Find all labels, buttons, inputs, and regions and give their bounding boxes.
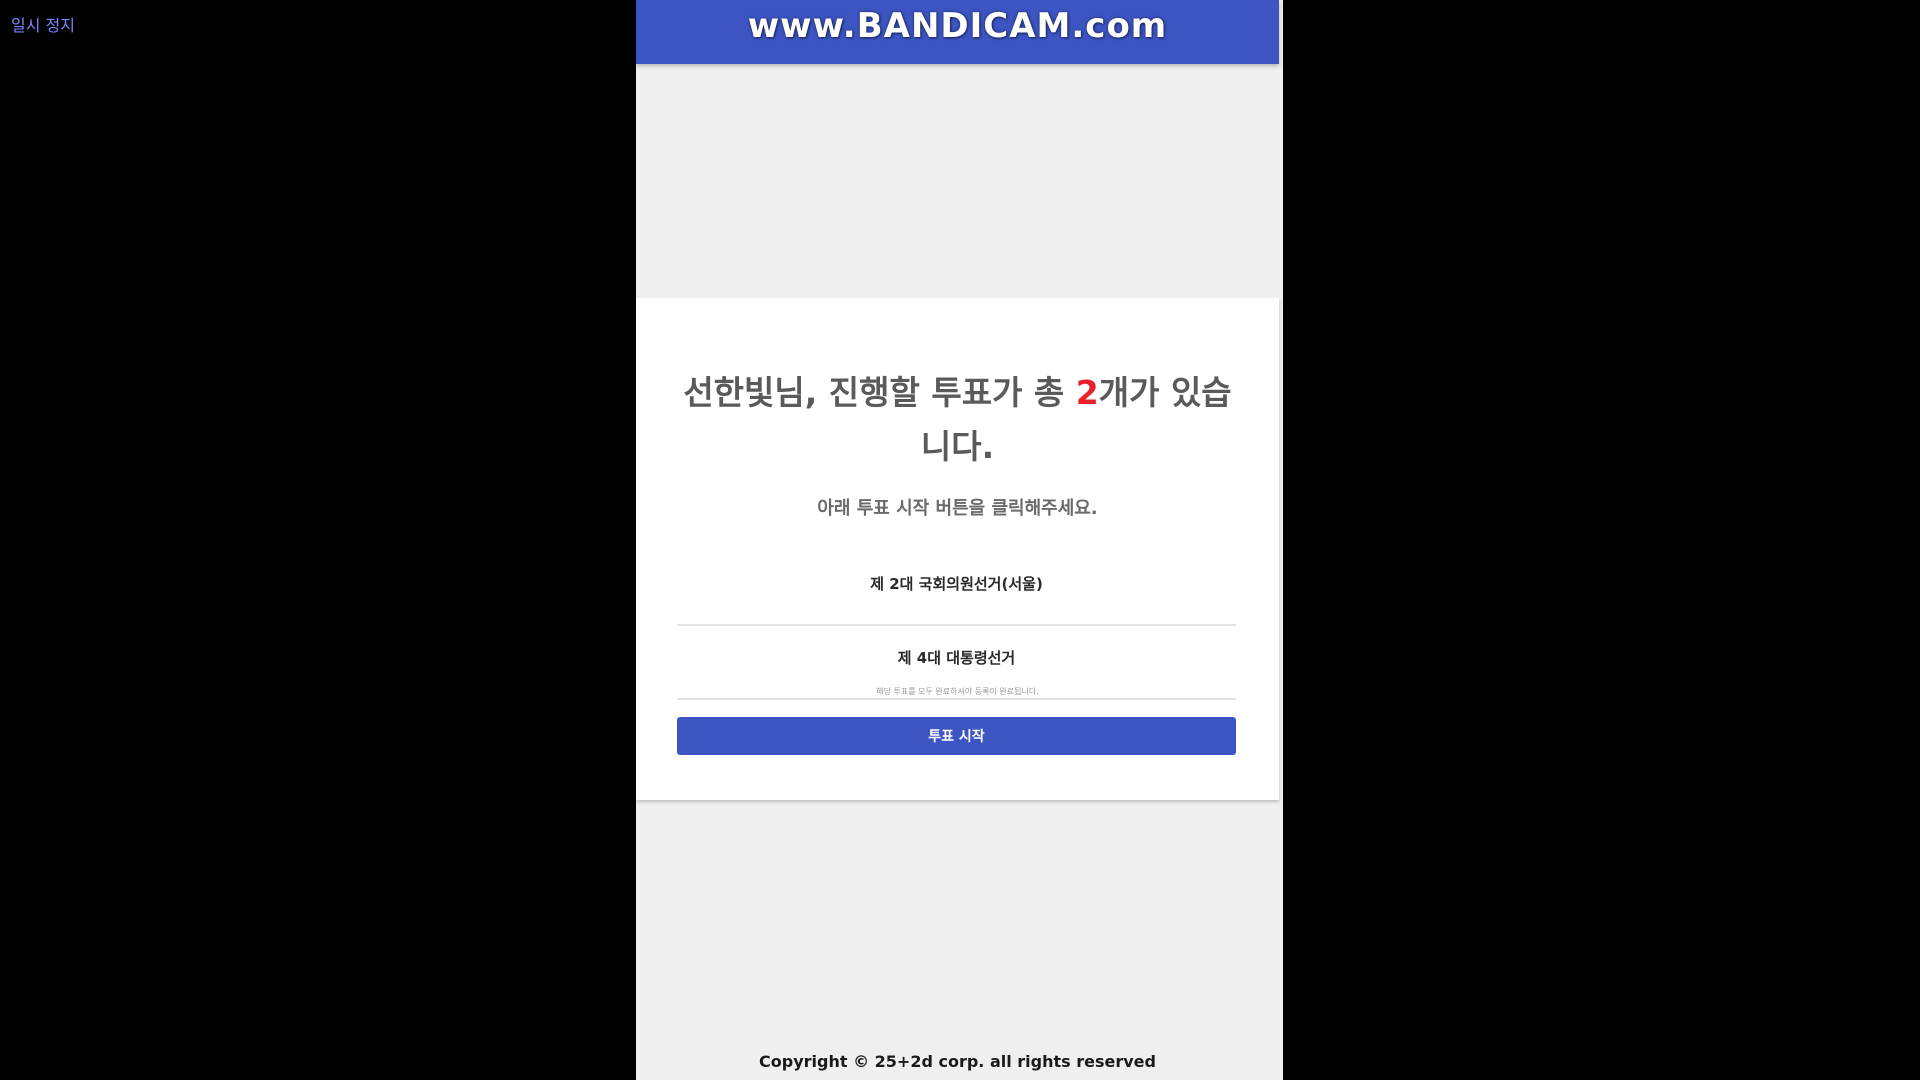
vote-card: 선한빛님, 진행할 투표가 총 2개가 있습니다. 아래 투표 시작 버튼을 클… [636, 298, 1279, 800]
vote-headline: 선한빛님, 진행할 투표가 총 2개가 있습니다. [676, 366, 1239, 474]
pause-link[interactable]: 일시 정지 [11, 12, 75, 36]
start-vote-button[interactable]: 투표 시작 [677, 717, 1236, 755]
top-bar: www.BANDICAM.com [636, 0, 1279, 64]
copyright-footer: Copyright © 25+2d corp. all rights reser… [759, 1052, 1156, 1071]
mobile-viewport: www.BANDICAM.com 선한빛님, 진행할 투표가 총 2개가 있습니… [636, 0, 1283, 1080]
recorder-watermark: www.BANDICAM.com [747, 6, 1168, 46]
vote-instruction: 아래 투표 시작 버튼을 클릭해주세요. [817, 498, 1098, 519]
vote-list: 제 2대 국회의원선거(서울) 제 4대 대통령선거 [677, 552, 1236, 700]
vote-count: 2 [1075, 373, 1099, 412]
vote-item-assembly-election[interactable]: 제 2대 국회의원선거(서울) [677, 552, 1236, 626]
headline-prefix: 선한빛님, 진행할 투표가 총 [683, 373, 1076, 412]
completion-note: 해당 투표를 모두 완료하셔야 등록이 완료됩니다. [876, 687, 1039, 696]
